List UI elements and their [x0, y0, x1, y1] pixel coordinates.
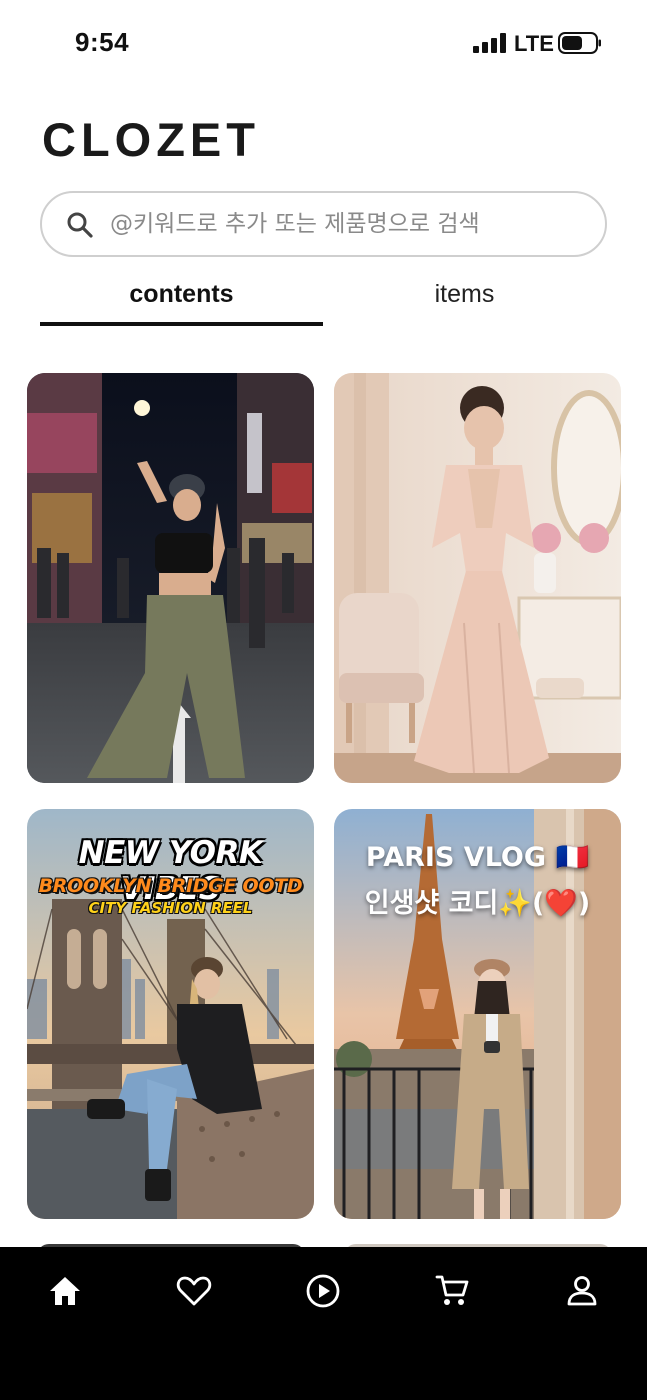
- network-label: LTE: [514, 31, 554, 56]
- status-bar: 9:54 LTE: [0, 0, 647, 90]
- profile-icon: [567, 1276, 597, 1306]
- tab-items[interactable]: items: [323, 280, 606, 328]
- signal-icon: [473, 33, 507, 53]
- search-icon: [67, 212, 93, 238]
- nav-home[interactable]: [40, 1271, 90, 1311]
- heart-icon: [176, 1276, 212, 1306]
- bottom-navigation: [0, 1247, 647, 1400]
- card-image: [334, 373, 621, 783]
- card-overlay-subtitle: BROOKLYN BRIDGE OOTD: [38, 875, 303, 897]
- card-overlay-caption: CITY FASHION REEL: [88, 899, 253, 917]
- content-card-paris[interactable]: PARIS VLOG 🇫🇷 인생샷 코디✨(❤️): [334, 809, 621, 1219]
- play-icon: [306, 1274, 340, 1308]
- content-card-new-york[interactable]: NEW YORK VIBES BROOKLYN BRIDGE OOTD CITY…: [27, 809, 314, 1219]
- card-overlay-subtitle: 인생샷 코디✨(❤️): [364, 888, 591, 919]
- content-card-street-style[interactable]: [27, 373, 314, 783]
- status-time: 9:54: [75, 27, 130, 57]
- tab-contents[interactable]: contents: [40, 280, 323, 328]
- search-input[interactable]: [110, 203, 580, 245]
- nav-favorites[interactable]: [169, 1271, 219, 1311]
- cart-icon: [435, 1275, 469, 1305]
- content-card-dress[interactable]: [334, 373, 621, 783]
- home-icon: [50, 1277, 80, 1305]
- card-image: [27, 373, 314, 783]
- card-overlay-title: PARIS VLOG 🇫🇷: [365, 842, 590, 873]
- active-tab-indicator: [40, 322, 323, 326]
- search-bar[interactable]: [40, 191, 607, 257]
- nav-profile[interactable]: [557, 1271, 607, 1311]
- nav-videos[interactable]: [298, 1271, 348, 1311]
- nav-cart[interactable]: [427, 1271, 477, 1311]
- battery-icon: [558, 32, 601, 54]
- app-title: CLOZET: [42, 113, 260, 166]
